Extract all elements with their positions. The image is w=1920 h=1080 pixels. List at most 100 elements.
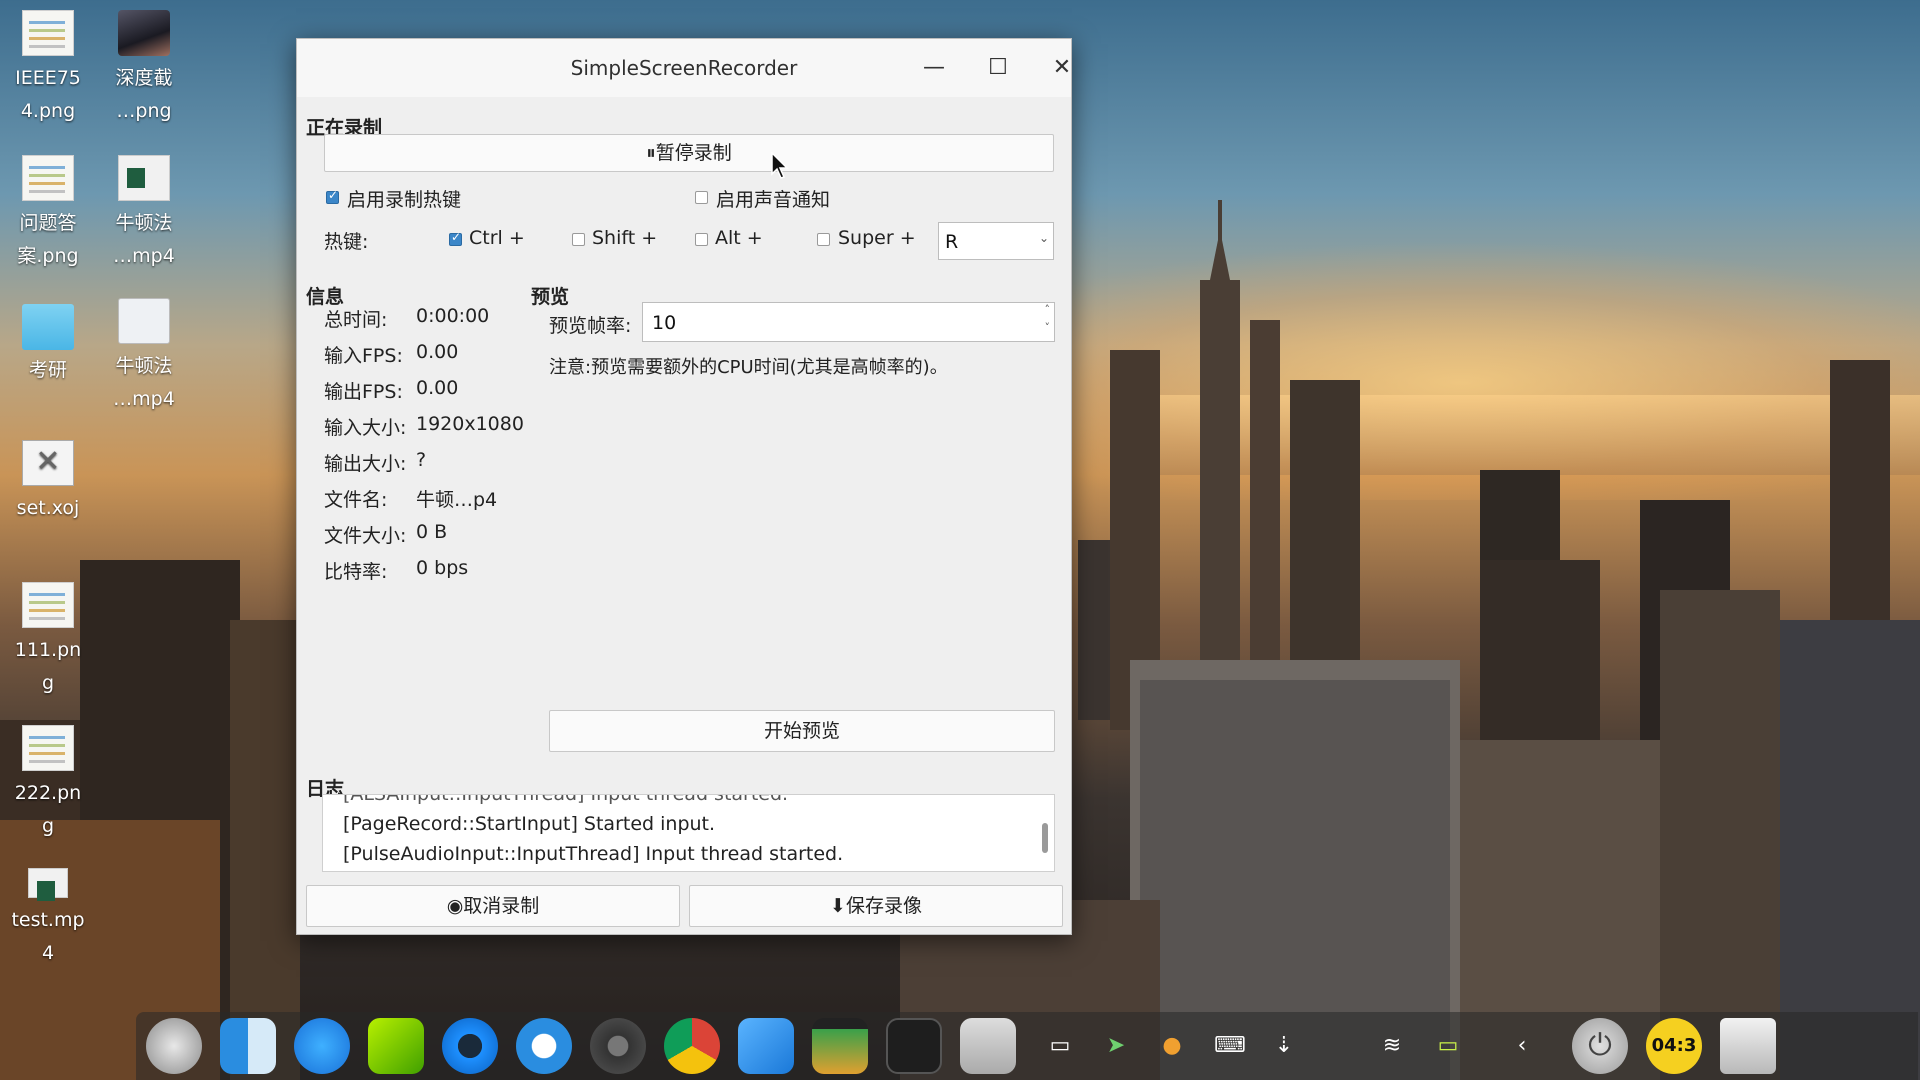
battery-icon[interactable]: ▭ bbox=[1434, 1032, 1462, 1060]
input-size-label: 输入大小: bbox=[324, 417, 407, 439]
log-scrollbar[interactable] bbox=[1042, 823, 1048, 853]
bitrate-value: 0 bps bbox=[416, 557, 469, 579]
output-fps-label: 输出FPS: bbox=[324, 381, 403, 403]
desktop-icon-newton-video-1[interactable]: 牛顿法 …mp4 bbox=[96, 155, 192, 273]
total-time-value: 0:00:00 bbox=[416, 305, 490, 327]
desktop-icon-222[interactable]: 222.pn g bbox=[0, 725, 96, 843]
app-store-icon[interactable] bbox=[294, 1018, 350, 1074]
desktop-icon-label: 111.pn bbox=[14, 639, 82, 661]
preview-framerate-label: 预览帧率: bbox=[549, 315, 632, 337]
updates-icon[interactable]: ● bbox=[1158, 1032, 1186, 1060]
desktop-icon-label: …mp4 bbox=[113, 388, 175, 410]
notes-icon[interactable]: ▭ bbox=[1046, 1032, 1074, 1060]
desktop-icon-label: 4.png bbox=[20, 100, 76, 122]
shift-checkbox[interactable] bbox=[572, 233, 585, 246]
log-line: [PulseAudioInput::InputThread] Input thr… bbox=[343, 843, 844, 865]
cancel-recording-button[interactable]: ◉取消录制 bbox=[306, 885, 680, 927]
log-line: [ALSAInput::InputThread] Input thread st… bbox=[343, 794, 789, 805]
launcher-icon[interactable] bbox=[146, 1018, 202, 1074]
desktop-icon-set-xoj[interactable]: ✕ set.xoj bbox=[0, 440, 96, 525]
desktop-icon-kaoyan-folder[interactable]: 考研 bbox=[0, 298, 96, 387]
titlebar[interactable]: SimpleScreenRecorder — ☐ ✕ bbox=[297, 39, 1071, 97]
ctrl-checkbox[interactable] bbox=[449, 230, 462, 246]
desktop-icon-label: …png bbox=[116, 100, 172, 122]
desktop-icon-label: 考研 bbox=[28, 359, 67, 381]
bitrate-label: 比特率: bbox=[324, 561, 388, 583]
spin-down-icon[interactable]: ˅ bbox=[1045, 321, 1051, 334]
music-icon[interactable] bbox=[368, 1018, 424, 1074]
image-file-icon bbox=[22, 725, 74, 771]
chevron-left-icon[interactable]: ‹ bbox=[1508, 1032, 1536, 1060]
video-file-icon bbox=[28, 868, 68, 901]
usb-icon[interactable]: ⇣ bbox=[1270, 1032, 1298, 1060]
monitor-icon[interactable] bbox=[812, 1018, 868, 1074]
deepin-icon[interactable] bbox=[516, 1018, 572, 1074]
enable-hotkey-checkbox[interactable] bbox=[326, 188, 339, 204]
screen-recorder-icon[interactable] bbox=[960, 1018, 1016, 1074]
spin-up-icon[interactable]: ˄ bbox=[1045, 303, 1051, 316]
input-size-value: 1920x1080 bbox=[416, 413, 524, 435]
hotkey-label: 热键: bbox=[324, 231, 369, 253]
desktop-icon-111[interactable]: 111.pn g bbox=[0, 582, 96, 700]
alt-checkbox[interactable] bbox=[695, 233, 708, 246]
image-file-icon bbox=[22, 155, 74, 201]
clock-text: 04:3 bbox=[1651, 1035, 1697, 1056]
wifi-icon[interactable]: ≋ bbox=[1378, 1032, 1406, 1060]
input-fps-label: 输入FPS: bbox=[324, 345, 403, 367]
desktop-icon-answers[interactable]: 问题答 案.png bbox=[0, 155, 96, 273]
desktop-icon-newton-video-2[interactable]: 牛顿法 …mp4 bbox=[96, 298, 192, 416]
unknown-file-icon: ✕ bbox=[22, 440, 74, 486]
power-icon: ⏻ bbox=[1588, 1028, 1612, 1063]
hotkey-key-select[interactable]: R ⌄ bbox=[938, 222, 1054, 260]
app-icon[interactable] bbox=[738, 1018, 794, 1074]
desktop-icon-label: 牛顿法 bbox=[115, 212, 173, 234]
enable-hotkey-label: 启用录制热键 bbox=[347, 189, 462, 211]
window-title: SimpleScreenRecorder bbox=[570, 56, 798, 80]
pause-recording-button[interactable]: ⏸暂停录制 bbox=[324, 134, 1054, 172]
shift-label: Shift + bbox=[592, 227, 658, 249]
log-textarea[interactable]: [ALSAInput::InputThread] Input thread st… bbox=[322, 794, 1055, 872]
image-file-icon bbox=[118, 10, 170, 56]
desktop-icon-label: g bbox=[41, 815, 55, 837]
clock-widget[interactable]: 04:3 bbox=[1646, 1018, 1702, 1074]
super-checkbox[interactable] bbox=[817, 233, 830, 246]
start-preview-button[interactable]: 开始预览 bbox=[549, 710, 1055, 752]
desktop-icon-label: 案.png bbox=[17, 245, 79, 267]
log-line: [PageRecord::StartInput] Started input. bbox=[343, 813, 716, 835]
desktop-icon-label: set.xoj bbox=[16, 497, 80, 519]
desktop-icon-label: 深度截 bbox=[115, 67, 173, 89]
preview-note: 注意:预览需要额外的CPU时间(尤其是高帧率的)。 bbox=[549, 357, 948, 378]
power-button[interactable]: ⏻ bbox=[1572, 1018, 1628, 1074]
simplescreenrecorder-window: SimpleScreenRecorder — ☐ ✕ 正在录制 ⏸暂停录制 启用… bbox=[296, 38, 1072, 935]
chrome-icon[interactable] bbox=[664, 1018, 720, 1074]
mouse-cursor-icon bbox=[771, 152, 789, 179]
send-icon[interactable]: ➤ bbox=[1102, 1032, 1130, 1060]
image-file-icon bbox=[22, 582, 74, 628]
browser-icon[interactable] bbox=[442, 1018, 498, 1074]
enable-sound-checkbox[interactable] bbox=[695, 191, 708, 204]
minimize-button[interactable]: — bbox=[914, 49, 954, 87]
system-settings-icon[interactable] bbox=[590, 1018, 646, 1074]
desktop-icon-label: 牛顿法 bbox=[115, 355, 173, 377]
save-recording-button[interactable]: ⬇保存录像 bbox=[689, 885, 1063, 927]
keyboard-icon[interactable]: ⌨ bbox=[1214, 1032, 1246, 1060]
preview-framerate-spinbox[interactable]: 10 ˄ ˅ bbox=[642, 302, 1055, 342]
finder-icon[interactable] bbox=[220, 1018, 276, 1074]
image-file-icon bbox=[22, 10, 74, 56]
output-fps-value: 0.00 bbox=[416, 377, 459, 399]
trash-icon[interactable] bbox=[1720, 1018, 1776, 1074]
desktop-icon-screenshot[interactable]: 深度截 …png bbox=[96, 10, 192, 128]
desktop-icon-label: 4 bbox=[41, 942, 55, 964]
ctrl-label: Ctrl + bbox=[469, 227, 525, 249]
alt-label: Alt + bbox=[715, 227, 763, 249]
file-name-value: 牛顿…p4 bbox=[416, 489, 498, 511]
preview-framerate-value: 10 bbox=[652, 312, 677, 334]
desktop-icon-label: g bbox=[41, 672, 55, 694]
terminal-icon[interactable] bbox=[886, 1018, 942, 1074]
maximize-button[interactable]: ☐ bbox=[978, 49, 1018, 87]
desktop-icon-test-mp4[interactable]: test.mp 4 bbox=[0, 868, 96, 970]
desktop-icon-label: test.mp bbox=[11, 909, 85, 931]
desktop-icon-ieee754[interactable]: IEEE75 4.png bbox=[0, 10, 96, 128]
file-size-value: 0 B bbox=[416, 521, 448, 543]
close-button[interactable]: ✕ bbox=[1042, 49, 1082, 87]
